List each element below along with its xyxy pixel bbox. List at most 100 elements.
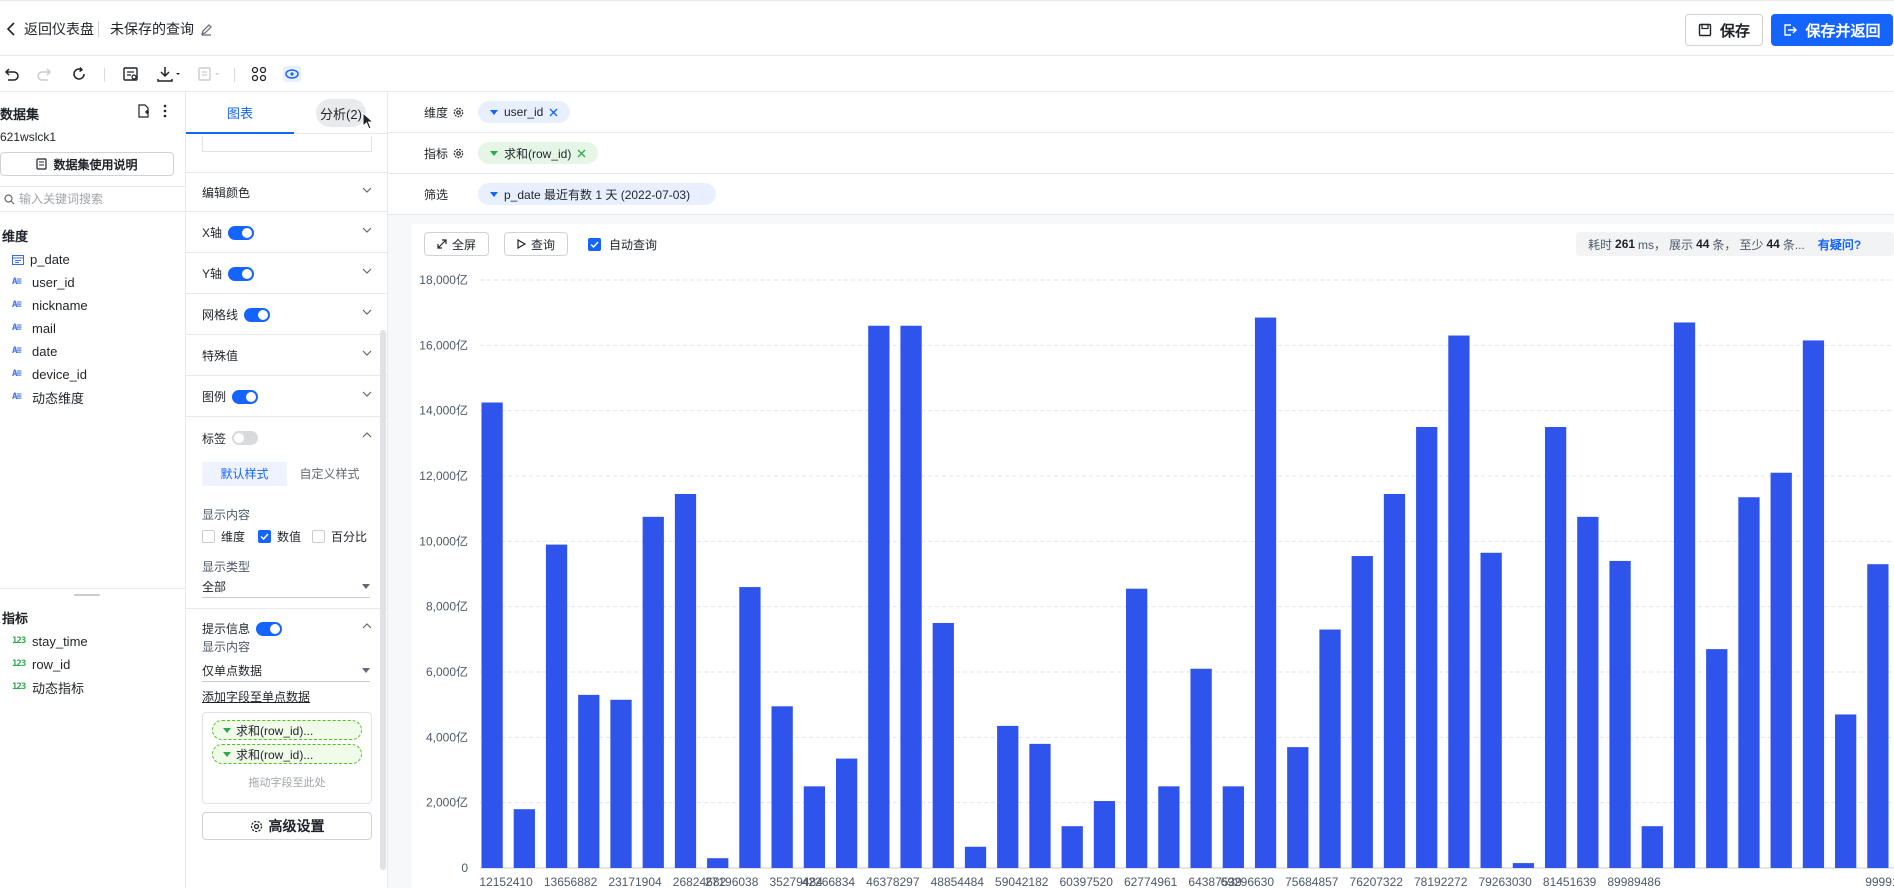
tab-chart[interactable]: 图表: [186, 92, 294, 134]
section-special-values[interactable]: 特殊值: [186, 336, 387, 376]
x-axis-toggle[interactable]: [228, 225, 255, 240]
text-field-icon: A≡: [12, 346, 22, 356]
close-icon[interactable]: [577, 149, 586, 158]
checkbox[interactable]: [312, 530, 325, 543]
advanced-settings-label: 高级设置: [268, 818, 325, 834]
dataset-doc-button[interactable]: 数据集使用说明: [0, 152, 174, 176]
x-tick-label: 75684857: [1285, 875, 1339, 888]
config-tabs: 图表 分析(2): [186, 92, 387, 134]
dimension-field-mail[interactable]: A≡ mail: [12, 318, 56, 338]
tab-analysis[interactable]: 分析(2): [294, 92, 387, 134]
tooltip-field-chip[interactable]: 求和(row_id)...: [212, 720, 362, 740]
caret-down-icon[interactable]: [490, 109, 498, 115]
refresh-icon[interactable]: [70, 64, 88, 84]
save-and-return-label: 保存并返回: [1805, 22, 1881, 40]
dimension-field-dynamic[interactable]: A≡ 动态维度: [12, 387, 84, 407]
option-label: 维度: [221, 530, 246, 544]
x-tick-label: 78192272: [1414, 875, 1468, 888]
chevron-down-icon: [362, 187, 372, 193]
resize-handle[interactable]: [74, 594, 100, 596]
linked-analysis-icon[interactable]: [282, 64, 302, 84]
labels-toggle[interactable]: [232, 431, 259, 445]
download-icon[interactable]: [156, 64, 182, 84]
advanced-settings-button[interactable]: 高级设置: [202, 812, 372, 840]
option-percent[interactable]: 百分比: [312, 528, 367, 545]
grid-toggle[interactable]: [244, 307, 271, 322]
section-edit-color[interactable]: 编辑颜色: [186, 172, 387, 212]
export-icon[interactable]: [196, 64, 222, 84]
y-tick-label: 6,000亿: [426, 664, 468, 679]
dimension-field-date[interactable]: A≡ date: [12, 341, 57, 361]
chart-bar: [868, 325, 890, 868]
tooltip-toggle[interactable]: [256, 621, 283, 636]
add-field-link[interactable]: 添加字段至单点数据: [202, 688, 310, 705]
option-dimension[interactable]: 维度: [202, 528, 245, 545]
section-labels[interactable]: 标签: [186, 418, 387, 458]
editor-toolbar: [0, 56, 1894, 92]
query-button[interactable]: 查询: [504, 232, 569, 256]
text-field-icon: A≡: [12, 300, 22, 310]
label-style-default[interactable]: 默认样式: [202, 462, 287, 486]
section-grid[interactable]: 网格线: [186, 295, 387, 335]
checkbox-checked[interactable]: [588, 238, 601, 251]
legend-toggle[interactable]: [232, 389, 259, 404]
auto-query-label: 自动查询: [609, 238, 658, 252]
x-tick-label: 12152410: [479, 875, 533, 888]
add-file-icon[interactable]: [136, 104, 150, 118]
filter-pill[interactable]: p_date 最近有数 1 天 (2022-07-03): [478, 183, 717, 205]
tooltip-mode-select[interactable]: 仅单点数据: [202, 660, 370, 682]
auto-query-checkbox[interactable]: 自动查询: [588, 236, 657, 253]
query-title[interactable]: 未保存的查询: [110, 19, 213, 39]
edit-icon[interactable]: [200, 23, 213, 36]
label-style-custom[interactable]: 自定义样式: [287, 462, 372, 486]
dimension-field-p_date[interactable]: p_date: [12, 249, 70, 269]
dimension-field-nickname[interactable]: A≡ nickname: [12, 295, 88, 315]
undo-icon[interactable]: [2, 64, 20, 84]
x-tick-label: 59042182: [995, 875, 1049, 888]
metric-field-dynamic[interactable]: 123 动态指标: [12, 677, 84, 697]
caret-down-icon: [362, 668, 370, 673]
dimension-pill[interactable]: user_id: [478, 101, 571, 123]
query-title-text: 未保存的查询: [110, 21, 194, 37]
field-search: [0, 186, 186, 212]
gear-icon[interactable]: [453, 148, 464, 159]
x-tick-label: 89989486: [1607, 875, 1661, 888]
back-to-dashboard-button[interactable]: 返回仪表盘: [6, 19, 94, 39]
stats-time-value: 261: [1615, 237, 1636, 251]
color-scheme-box[interactable]: [202, 136, 372, 152]
checkbox-checked[interactable]: [258, 530, 271, 543]
y-tick-label: 14,000亿: [419, 403, 468, 418]
more-options-icon[interactable]: [162, 104, 168, 118]
dimension-field-user_id[interactable]: A≡ user_id: [12, 272, 75, 292]
metric-field-stay_time[interactable]: 123 stay_time: [12, 631, 88, 651]
stats-min-value: 44: [1766, 237, 1780, 251]
dimension-field-device_id[interactable]: A≡ device_id: [12, 364, 87, 384]
field-name: nickname: [32, 297, 88, 313]
save-and-return-button[interactable]: 保存并返回: [1771, 14, 1893, 46]
display-type-select[interactable]: 全部: [202, 576, 370, 598]
redo-icon[interactable]: [36, 64, 54, 84]
caret-down-icon[interactable]: [490, 150, 498, 156]
close-icon[interactable]: [549, 108, 558, 117]
caret-down-icon[interactable]: [490, 191, 498, 197]
chart-bar: [1835, 714, 1857, 868]
gear-icon[interactable]: [453, 107, 464, 118]
x-tick-label: 79263030: [1478, 875, 1532, 888]
fullscreen-button[interactable]: 全屏: [424, 232, 490, 256]
component-icon[interactable]: [250, 64, 268, 84]
option-value[interactable]: 数值: [258, 528, 301, 545]
section-x-axis[interactable]: X轴: [186, 213, 387, 253]
field-search-input[interactable]: [19, 192, 179, 206]
save-button[interactable]: 保存: [1685, 14, 1763, 46]
tooltip-field-chip[interactable]: 求和(row_id)...: [212, 744, 362, 764]
config-scrollbar[interactable]: [380, 330, 386, 870]
metric-field-row_id[interactable]: 123 row_id: [12, 654, 70, 674]
metric-pill[interactable]: 求和(row_id): [478, 142, 599, 164]
section-legend[interactable]: 图例: [186, 377, 387, 417]
y-axis-toggle[interactable]: [228, 266, 255, 281]
chart-bar: [1673, 322, 1696, 868]
section-y-axis[interactable]: Y轴: [186, 254, 387, 294]
query-log-icon[interactable]: [122, 64, 140, 84]
help-link[interactable]: 有疑问?: [1818, 236, 1861, 253]
checkbox[interactable]: [202, 530, 215, 543]
